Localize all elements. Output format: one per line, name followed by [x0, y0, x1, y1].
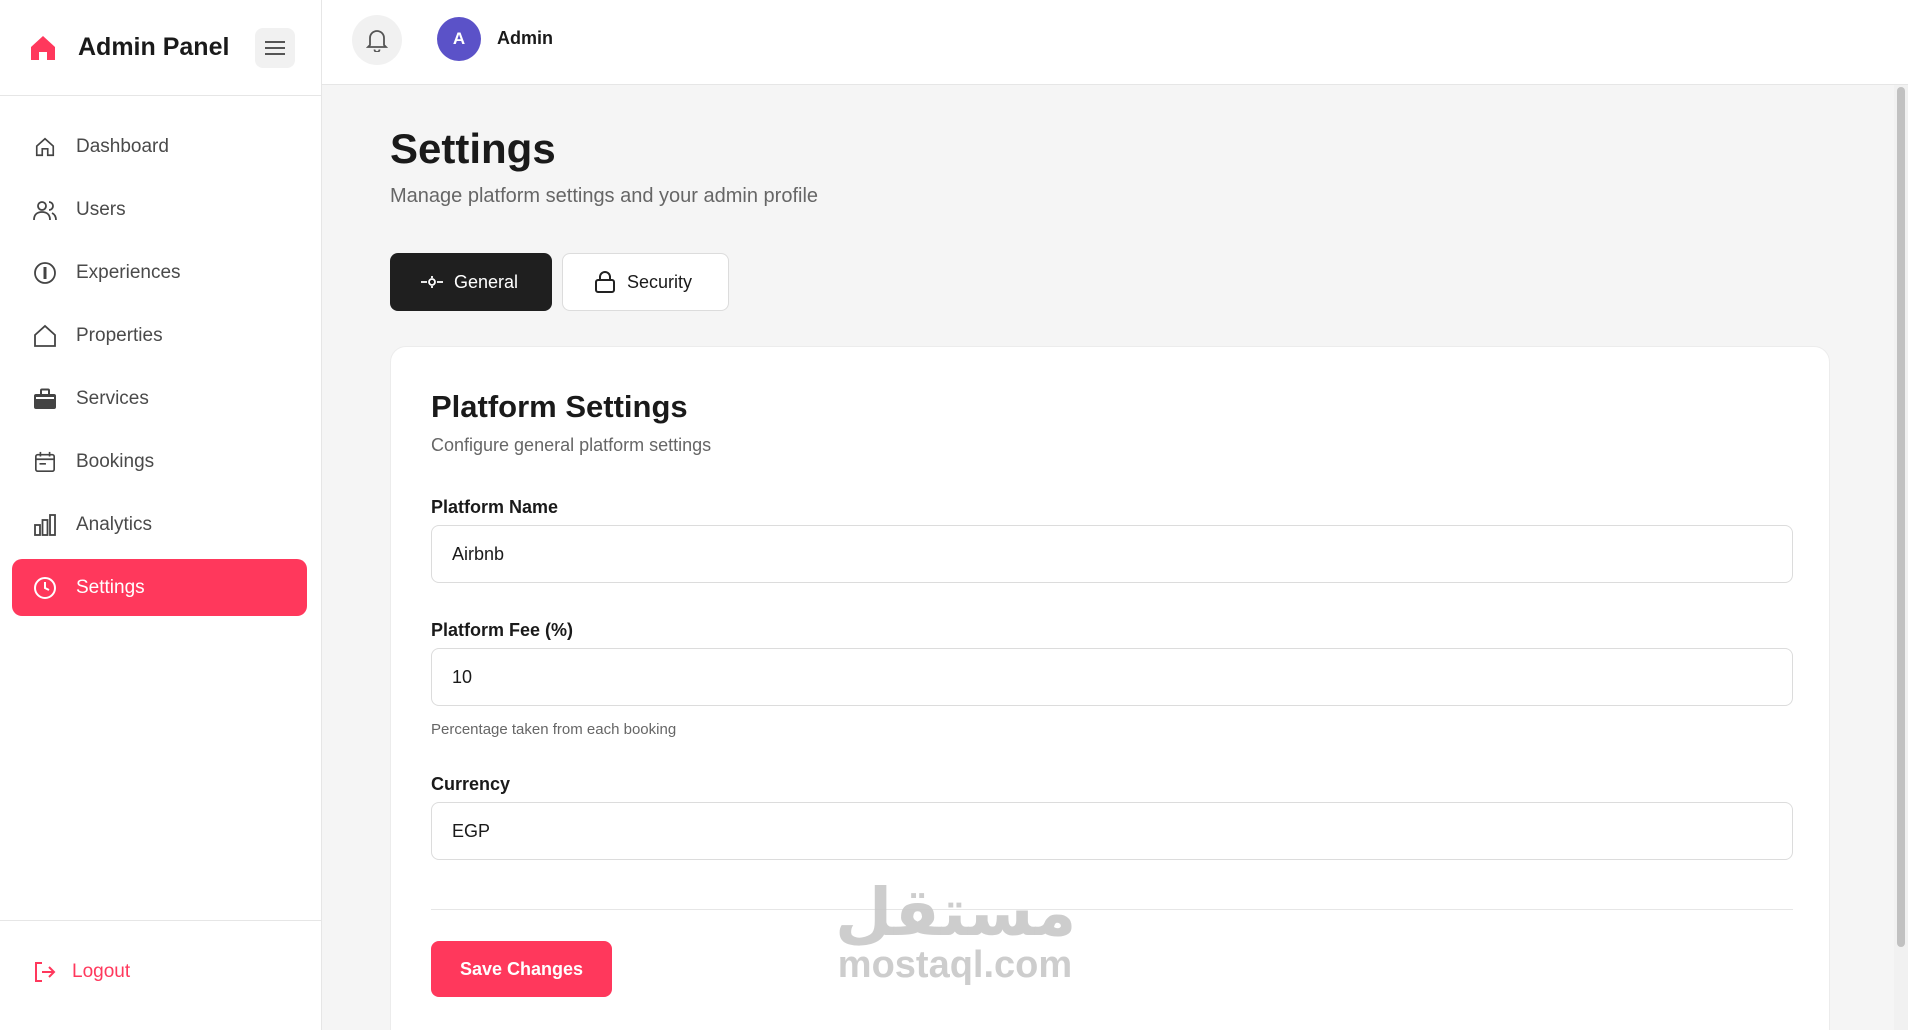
- logout-icon: [32, 959, 58, 985]
- scrollbar-thumb[interactable]: [1897, 87, 1905, 947]
- platform-settings-card: Platform Settings Configure general plat…: [390, 346, 1830, 1030]
- currency-label: Currency: [431, 774, 511, 794]
- sidebar-item-experiences[interactable]: Experiences: [12, 244, 307, 301]
- platform-name-input[interactable]: [431, 525, 1793, 583]
- calendar-icon: [32, 449, 58, 475]
- general-icon: [420, 270, 444, 294]
- currency-input[interactable]: [431, 802, 1793, 860]
- sidebar-item-label: Properties: [76, 324, 163, 346]
- sidebar-item-analytics[interactable]: Analytics: [12, 496, 307, 553]
- platform-fee-label: Platform Fee (%): [431, 620, 574, 640]
- platform-fee-help: Percentage taken from each booking: [431, 721, 677, 738]
- tab-general[interactable]: General: [390, 253, 552, 311]
- sidebar-footer: Logout: [0, 920, 321, 1030]
- platform-name-label: Platform Name: [431, 497, 559, 517]
- logout-label: Logout: [72, 961, 131, 982]
- bar-chart-icon: [32, 512, 58, 538]
- sidebar-item-properties[interactable]: Properties: [12, 307, 307, 364]
- platform-fee-input[interactable]: [431, 648, 1793, 706]
- sidebar-item-services[interactable]: Services: [12, 370, 307, 427]
- sidebar-item-label: Bookings: [76, 450, 155, 472]
- top-bar: A Admin: [322, 0, 1908, 85]
- avatar[interactable]: A: [437, 17, 481, 61]
- card-divider: [431, 909, 1793, 910]
- user-name[interactable]: Admin: [497, 28, 553, 49]
- sidebar-item-settings[interactable]: Settings: [12, 559, 307, 616]
- bell-icon: [366, 30, 388, 52]
- settings-tabs: General Security: [390, 253, 739, 311]
- home-logo-icon[interactable]: [26, 31, 60, 65]
- watermark: مستقل mostaql.com: [835, 874, 1077, 987]
- sidebar-item-dashboard[interactable]: Dashboard: [12, 118, 307, 175]
- page-title: Settings: [390, 125, 556, 172]
- tab-security[interactable]: Security: [562, 253, 729, 311]
- page-scrollbar[interactable]: [1894, 85, 1908, 1030]
- sidebar: Admin Panel Dashboard Users Experiences: [0, 0, 322, 1030]
- save-changes-button[interactable]: Save Changes: [431, 941, 612, 997]
- sidebar-item-bookings[interactable]: Bookings: [12, 433, 307, 490]
- sidebar-item-label: Analytics: [76, 513, 153, 535]
- tab-label: Security: [627, 271, 693, 292]
- main-content: Settings Manage platform settings and yo…: [322, 85, 1894, 1030]
- logout-button[interactable]: Logout: [32, 959, 130, 985]
- watermark-arabic: مستقل: [835, 874, 1077, 951]
- hamburger-menu-button[interactable]: [255, 27, 295, 68]
- sidebar-item-label: Experiences: [76, 261, 181, 283]
- briefcase-icon: [32, 386, 58, 412]
- sidebar-item-label: Settings: [76, 576, 145, 598]
- brand-header: Admin Panel: [0, 0, 321, 96]
- sidebar-item-users[interactable]: Users: [12, 181, 307, 238]
- watermark-latin: mostaql.com: [837, 944, 1073, 986]
- sidebar-nav: Dashboard Users Experiences Properties S…: [0, 96, 321, 616]
- sidebar-item-label: Services: [76, 387, 149, 409]
- home-icon: [32, 134, 58, 160]
- sidebar-item-label: Users: [76, 198, 126, 220]
- house-icon: [32, 323, 58, 349]
- brand-title: Admin Panel: [78, 33, 230, 61]
- clock-icon: [32, 575, 58, 601]
- tab-label: General: [454, 271, 519, 292]
- card-title: Platform Settings: [431, 389, 688, 424]
- hamburger-icon: [265, 40, 285, 55]
- sidebar-item-label: Dashboard: [76, 135, 169, 157]
- users-icon: [32, 197, 58, 223]
- lock-icon: [593, 270, 617, 294]
- notifications-button[interactable]: [352, 15, 402, 65]
- page-subtitle: Manage platform settings and your admin …: [390, 185, 819, 207]
- compass-icon: [32, 260, 58, 286]
- card-subtitle: Configure general platform settings: [431, 435, 712, 455]
